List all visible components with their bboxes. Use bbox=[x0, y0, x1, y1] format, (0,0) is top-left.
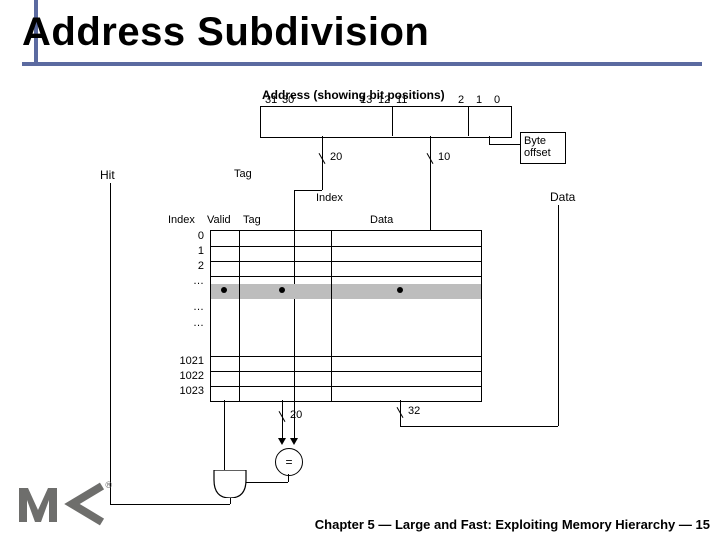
hit-label: Hit bbox=[100, 168, 115, 182]
tap-tag bbox=[279, 287, 285, 293]
bit-11: 11 bbox=[396, 94, 407, 106]
footer-sep: — bbox=[378, 517, 391, 532]
dataout-wire-up bbox=[558, 205, 559, 426]
cache-row bbox=[211, 356, 481, 357]
index-label: Index bbox=[316, 192, 343, 204]
dataout-width: 32 bbox=[408, 405, 420, 417]
hit-wire-up bbox=[110, 183, 111, 504]
slide-footer: Chapter 5 — Large and Fast: Exploiting M… bbox=[0, 517, 710, 532]
hdr-valid: Valid bbox=[207, 214, 231, 226]
and-gate bbox=[212, 470, 248, 498]
cache-row bbox=[211, 246, 481, 247]
idx-1023: 1023 bbox=[164, 385, 204, 397]
hdr-tag: Tag bbox=[243, 214, 261, 226]
bit-13: 13 bbox=[360, 94, 372, 106]
cache-col-data bbox=[331, 231, 332, 401]
tag-label: Tag bbox=[234, 168, 252, 180]
and-out-stub bbox=[230, 498, 231, 504]
tag-bus-width: 20 bbox=[330, 151, 342, 163]
address-sep-tag-index bbox=[392, 106, 393, 136]
idx-ell2: … bbox=[164, 301, 204, 313]
valid-wire bbox=[224, 400, 225, 470]
footer-title: Large and Fast: Exploiting Memory Hierar… bbox=[395, 517, 675, 532]
byte-offset-label: Byte offset bbox=[524, 135, 551, 159]
registered-mark: ® bbox=[105, 480, 112, 490]
bit-31: 31 bbox=[265, 94, 277, 106]
bit-30: 30 bbox=[282, 94, 294, 106]
cache-col-tag bbox=[239, 231, 240, 401]
data-label: Data bbox=[550, 190, 575, 204]
address-box bbox=[260, 106, 512, 138]
tagout-width: 20 bbox=[290, 409, 302, 421]
footer-page: 15 bbox=[696, 517, 710, 532]
and-out-h bbox=[110, 504, 230, 505]
eq-out-v bbox=[288, 474, 289, 482]
footer-sep2: — bbox=[679, 517, 692, 532]
bit-ellipsis-b: · · · bbox=[420, 92, 437, 104]
cache-row bbox=[211, 371, 481, 372]
index-bus-width: 10 bbox=[438, 151, 450, 163]
slide-title-wrap: Address Subdivision bbox=[22, 10, 710, 55]
idx-1022: 1022 bbox=[164, 370, 204, 382]
bit-0: 0 bbox=[494, 94, 500, 106]
address-sep-index-byte bbox=[468, 106, 469, 136]
tagout-arrow-to-eq bbox=[278, 438, 286, 445]
bit-12: 12 bbox=[378, 94, 390, 106]
tag-bus-v1 bbox=[322, 136, 323, 190]
comparator-label: = bbox=[285, 455, 292, 469]
slide-title: Address Subdivision bbox=[22, 10, 710, 55]
tap-valid bbox=[221, 287, 227, 293]
tap-data bbox=[397, 287, 403, 293]
hdr-data: Data bbox=[370, 214, 393, 226]
tag-bus-arrow-to-eq bbox=[290, 438, 298, 445]
idx-ell3: … bbox=[164, 317, 204, 329]
cache-table bbox=[210, 230, 482, 402]
title-accent-rule bbox=[22, 62, 702, 66]
bit-2: 2 bbox=[458, 94, 464, 106]
bit-ellipsis-a: · · · bbox=[318, 92, 335, 104]
comparator: = bbox=[275, 448, 303, 476]
byte-offset-stub bbox=[489, 136, 490, 144]
cache-row bbox=[211, 276, 481, 277]
cache-row bbox=[211, 261, 481, 262]
idx-ell1: … bbox=[164, 275, 204, 287]
dataout-wire-h bbox=[400, 426, 558, 427]
idx-2: 2 bbox=[164, 260, 204, 272]
index-bus-v1 bbox=[430, 136, 431, 230]
byte-offset-lead bbox=[489, 144, 523, 145]
cache-row bbox=[211, 386, 481, 387]
idx-1: 1 bbox=[164, 245, 204, 257]
tag-bus-h1 bbox=[294, 190, 322, 191]
bit-1: 1 bbox=[476, 94, 482, 106]
cache-index-column: 0 1 2 … … … 1021 1022 1023 bbox=[170, 230, 204, 400]
hdr-index: Index bbox=[168, 214, 195, 226]
footer-chapter: Chapter 5 bbox=[315, 517, 375, 532]
idx-0: 0 bbox=[164, 230, 204, 242]
publisher-logo-icon: ® bbox=[16, 482, 106, 526]
idx-1021: 1021 bbox=[164, 355, 204, 367]
cache-highlight-row bbox=[211, 284, 481, 299]
